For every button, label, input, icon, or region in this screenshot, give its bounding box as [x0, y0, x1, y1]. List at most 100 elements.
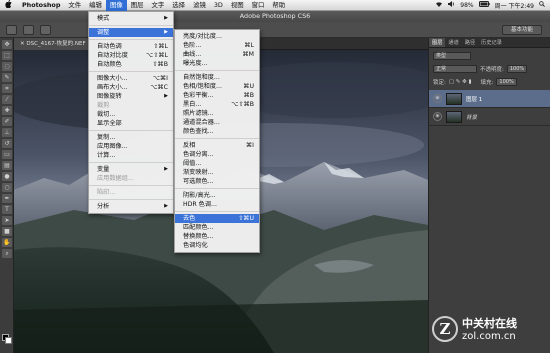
- pen-tool-icon[interactable]: ✒: [2, 194, 12, 203]
- adjust-menu-item[interactable]: 阈值...: [175, 159, 259, 168]
- image-menu-item[interactable]: 显示全部: [89, 119, 173, 128]
- dodge-tool-icon[interactable]: ○: [2, 183, 12, 192]
- layer-kind-filter[interactable]: 类型: [433, 51, 471, 60]
- adjust-menu-item[interactable]: 匹配颜色...: [175, 223, 259, 232]
- mode-toggle-icon[interactable]: [40, 24, 51, 35]
- adjust-menu-item[interactable]: 颜色查找...: [175, 127, 259, 136]
- tab-channels[interactable]: 通道: [445, 38, 461, 47]
- volume-icon[interactable]: [448, 1, 455, 9]
- brush-tool-icon[interactable]: ✐: [2, 117, 12, 126]
- menu-view[interactable]: 视图: [227, 0, 248, 11]
- menu-separator: [89, 130, 173, 131]
- adjust-menu-item[interactable]: 色调分离...: [175, 150, 259, 159]
- spotlight-icon[interactable]: [539, 1, 545, 9]
- image-menu-item[interactable]: 变量 ▶: [89, 165, 173, 174]
- tab-layers[interactable]: 图层: [429, 38, 446, 47]
- clone-stamp-tool-icon[interactable]: ⊥: [2, 128, 12, 137]
- image-menu-item-label: 画布大小...: [97, 84, 128, 91]
- eyedropper-tool-icon[interactable]: ⁄: [2, 95, 12, 104]
- image-menu-item[interactable]: 计算...: [89, 151, 173, 160]
- healing-tool-icon[interactable]: ✚: [2, 106, 12, 115]
- history-brush-tool-icon[interactable]: ↺: [2, 139, 12, 148]
- adjust-menu-item-label: 色彩平衡...: [183, 92, 214, 99]
- battery-percent[interactable]: 98%: [460, 2, 473, 9]
- adjust-menu-item[interactable]: 通道混合器...: [175, 118, 259, 127]
- tab-paths[interactable]: 路径: [462, 38, 478, 47]
- crop-tool-icon[interactable]: ⌗: [2, 84, 12, 93]
- lock-icon[interactable]: ▢ ✎ ✥ ▮: [449, 79, 472, 85]
- image-menu-item[interactable]: 裁切...: [89, 110, 173, 119]
- tab-history[interactable]: 历史记录: [478, 38, 505, 47]
- image-menu-item[interactable]: 自动对比度 ⌥⇧⌘L: [89, 51, 173, 60]
- layer-name[interactable]: 图层 1: [466, 95, 482, 103]
- clock[interactable]: 周一 下午2:49: [495, 1, 534, 10]
- apple-menu-icon[interactable]: [0, 0, 16, 11]
- menu-3d[interactable]: 3D: [210, 0, 227, 11]
- image-menu-item[interactable]: 应用图像...: [89, 142, 173, 151]
- image-menu-item[interactable]: 调整 ▶: [89, 28, 173, 37]
- adjust-menu-item[interactable]: 色调均化: [175, 241, 259, 250]
- menu-filter[interactable]: 滤镜: [189, 0, 210, 11]
- menu-type[interactable]: 文字: [148, 0, 169, 11]
- workspace-switcher[interactable]: 基本功能: [502, 25, 542, 35]
- move-tool-icon[interactable]: ✥: [2, 40, 12, 49]
- path-select-tool-icon[interactable]: ➤: [2, 216, 12, 225]
- image-menu-item[interactable]: 自动颜色 ⇧⌘B: [89, 60, 173, 69]
- visibility-eye-icon[interactable]: ◉: [433, 94, 442, 103]
- layer-row[interactable]: ◉ 背景: [429, 108, 550, 126]
- marquee-tool-icon[interactable]: ⬚: [2, 51, 12, 60]
- image-menu-item[interactable]: 图像旋转 ▶: [89, 92, 173, 101]
- opacity-input[interactable]: 100%: [506, 64, 528, 73]
- adjust-menu-item[interactable]: 可选颜色...: [175, 177, 259, 186]
- image-menu-item[interactable]: 复制...: [89, 133, 173, 142]
- menu-window[interactable]: 窗口: [248, 0, 269, 11]
- gradient-tool-icon[interactable]: ▤: [2, 161, 12, 170]
- image-menu-item[interactable]: 图像大小... ⌥⌘I: [89, 74, 173, 83]
- zoom-tool-icon[interactable]: ⌕: [2, 249, 12, 258]
- adjust-menu-item[interactable]: 色相/饱和度... ⌘U: [175, 82, 259, 91]
- wifi-icon[interactable]: [435, 1, 443, 9]
- menu-image[interactable]: 图像: [105, 0, 127, 11]
- adjust-menu-item[interactable]: 色彩平衡... ⌘B: [175, 91, 259, 100]
- adjust-menu-item[interactable]: 反相 ⌘I: [175, 141, 259, 150]
- blend-mode-select[interactable]: 正常: [433, 64, 477, 73]
- document-tab[interactable]: ✕ DSC_4167-恢复的.NEF: [14, 38, 96, 50]
- image-menu-item[interactable]: 自动色调 ⇧⌘L: [89, 42, 173, 51]
- background-color-swatch[interactable]: [5, 337, 12, 344]
- menu-layer[interactable]: 图层: [127, 0, 148, 11]
- adjust-menu-item[interactable]: 色阶... ⌘L: [175, 41, 259, 50]
- adjust-menu-item[interactable]: 亮度/对比度...: [175, 32, 259, 41]
- menu-help[interactable]: 帮助: [268, 0, 289, 11]
- image-menu-item[interactable]: 模式 ▶: [89, 14, 173, 23]
- menu-select[interactable]: 选择: [168, 0, 189, 11]
- visibility-eye-icon[interactable]: ◉: [433, 112, 442, 121]
- adjust-menu-item[interactable]: 曲线... ⌘M: [175, 50, 259, 59]
- layer-name[interactable]: 背景: [466, 113, 477, 121]
- adjust-menu-item[interactable]: 阴影/高光...: [175, 191, 259, 200]
- image-menu-item[interactable]: 画布大小... ⌥⌘C: [89, 83, 173, 92]
- lasso-tool-icon[interactable]: ◌: [2, 62, 12, 71]
- eraser-tool-icon[interactable]: ▭: [2, 150, 12, 159]
- image-menu-item[interactable]: 分析 ▶: [89, 202, 173, 211]
- type-tool-icon[interactable]: T: [2, 205, 12, 214]
- layer-row[interactable]: ◉ 图层 1: [429, 90, 550, 108]
- blur-tool-icon[interactable]: ●: [2, 172, 12, 181]
- adjust-menu-item[interactable]: 曝光度...: [175, 59, 259, 68]
- adjust-menu-item[interactable]: 去色 ⇧⌘U: [175, 214, 259, 223]
- fill-input[interactable]: 100%: [496, 77, 517, 86]
- shape-tool-icon[interactable]: ■: [2, 227, 12, 236]
- tool-preset-picker[interactable]: [6, 24, 17, 35]
- hand-tool-icon[interactable]: ✋: [2, 238, 12, 247]
- adjust-menu-item[interactable]: 自然饱和度...: [175, 73, 259, 82]
- menu-photoshop[interactable]: Photoshop: [16, 0, 64, 11]
- adjust-menu-item[interactable]: 照片滤镜...: [175, 109, 259, 118]
- menu-edit[interactable]: 编辑: [85, 0, 106, 11]
- adjust-menu-item[interactable]: 替换颜色...: [175, 232, 259, 241]
- adjust-menu-item[interactable]: 黑白... ⌥⇧⌘B: [175, 100, 259, 109]
- adjust-menu-item[interactable]: HDR 色调...: [175, 200, 259, 209]
- adjust-menu-item[interactable]: 渐变映射...: [175, 168, 259, 177]
- quick-select-tool-icon[interactable]: ✎: [2, 73, 12, 82]
- menu-shortcut: ⌥⇧⌘B: [231, 101, 254, 108]
- brush-preset-icon[interactable]: [23, 24, 34, 35]
- menu-file[interactable]: 文件: [64, 0, 85, 11]
